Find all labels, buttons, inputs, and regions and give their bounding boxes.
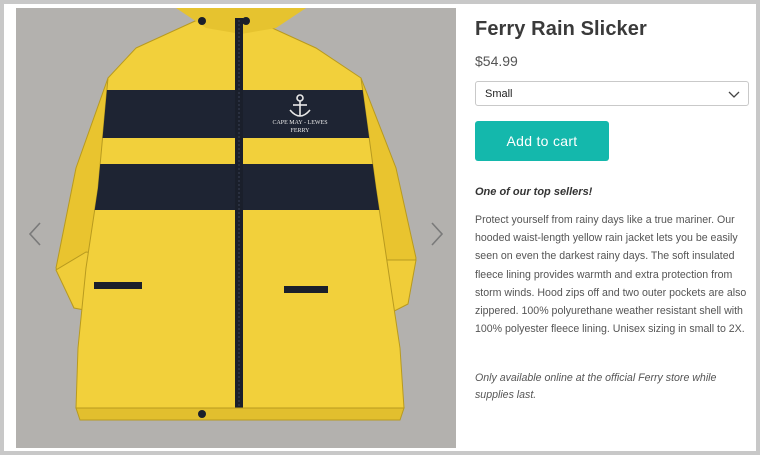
chevron-left-icon [28,222,41,246]
chevron-right-icon [431,222,444,246]
embroidery-line-2: FERRY [290,128,310,134]
embroidery-line-1: CAPE MAY - LEWES [272,120,327,126]
availability-note: Only available online at the official Fe… [475,372,717,401]
product-price: $54.99 [475,53,518,69]
product-image: CAPE MAY - LEWES FERRY [55,8,417,421]
chevron-down-icon [728,91,740,98]
product-description: Protect yourself from rainy days like a … [475,214,747,336]
size-select[interactable]: Small [475,81,749,106]
product-gallery[interactable]: CAPE MAY - LEWES FERRY [16,8,456,448]
page-frame: CAPE MAY - LEWES FERRY Ferry Rain Slicke… [0,0,760,455]
size-select-value: Small [485,87,513,100]
gallery-next-button[interactable] [426,216,448,252]
gallery-prev-button[interactable] [24,216,46,252]
product-tagline: One of our top sellers! [475,186,593,198]
product-title: Ferry Rain Slicker [475,18,647,40]
add-to-cart-button[interactable]: Add to cart [475,121,609,161]
